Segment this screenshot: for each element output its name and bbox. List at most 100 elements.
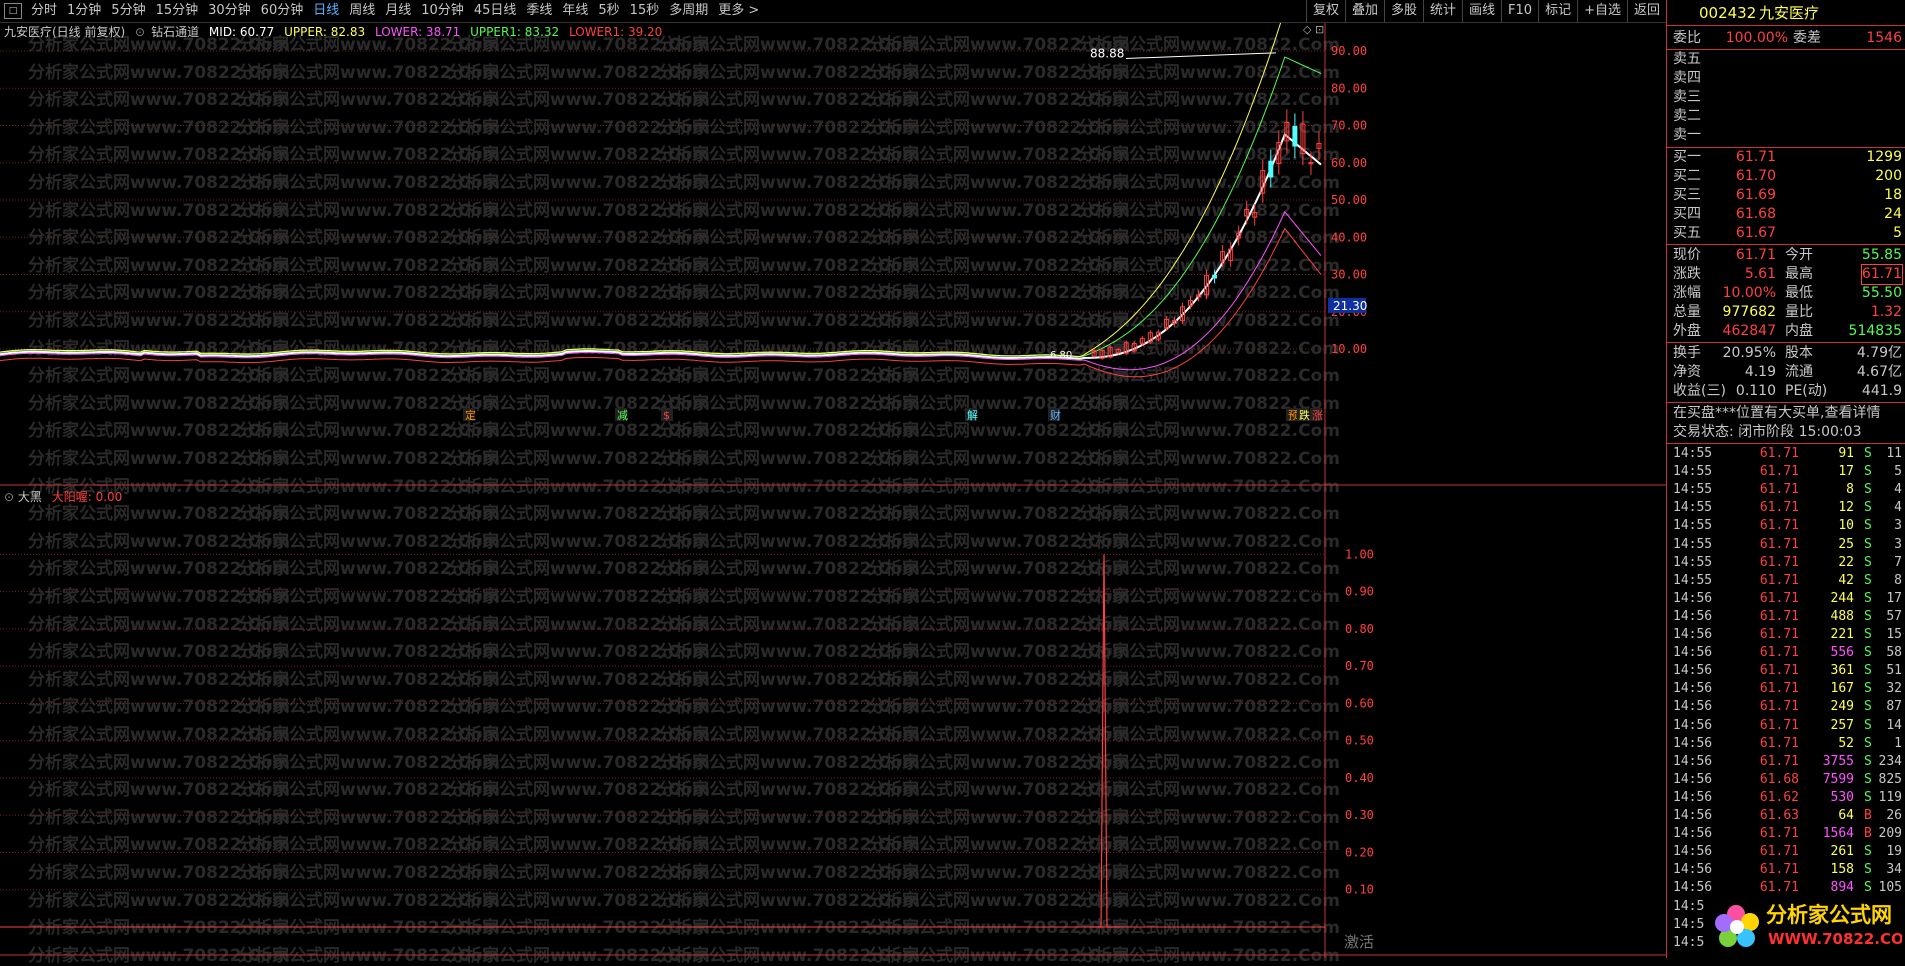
tick-price: 61.71 [1759, 735, 1799, 751]
fund-key: 流通 [1785, 364, 1813, 380]
period-tab[interactable]: 日线 [308, 0, 344, 22]
period-tab[interactable]: 1分钟 [62, 0, 106, 22]
tick-time: 14:56 [1673, 645, 1713, 661]
sub-indicator-chart[interactable]: 1.00 0.90 0.80 0.70 0.60 0.50 0.40 0.30 0.20 0.10… [0, 487, 1666, 958]
quote-row: 现价 61.71 今开 55.85 [1667, 246, 1905, 265]
period-tab[interactable]: 周线 [344, 0, 380, 22]
indicator-name[interactable]: 钻石通道 [151, 25, 199, 39]
site-logo: 分析家公式网 WWW.70822.COM [1715, 903, 1902, 948]
tick-price: 61.71 [1759, 627, 1799, 642]
y-tick-label: 0.40 [1345, 771, 1374, 785]
kline-chart[interactable]: 90.0080.0070.0060.0050.0040.0030.0020.00… [0, 23, 1666, 486]
tick-volume: 244 [1830, 590, 1854, 606]
period-tab[interactable]: 5分钟 [106, 0, 150, 22]
period-tab[interactable]: 多周期 [664, 0, 713, 22]
quote-key: 最高 [1785, 266, 1813, 282]
period-tab[interactable]: 15秒 [625, 0, 665, 22]
tick-price: 61.63 [1759, 808, 1799, 823]
tick-time: 14:56 [1673, 735, 1713, 751]
sub-toggle-icon[interactable]: ⊙ [4, 490, 14, 504]
tick-time: 14:56 [1673, 627, 1713, 642]
period-tab[interactable]: 45日线 [469, 0, 522, 22]
buy-level-row[interactable]: 买三 61.69 18 [1667, 186, 1905, 205]
chart-action-button[interactable]: 标记 [1538, 0, 1577, 22]
indicator-toggle-icon[interactable]: ⊙ [135, 25, 145, 39]
sell-level-label: 卖一 [1673, 127, 1701, 143]
sub-title[interactable]: 大黑 [18, 490, 42, 504]
tick-price: 61.71 [1759, 554, 1799, 570]
quote-row: 涨跌 5.61 最高 61.71 [1667, 264, 1905, 285]
tick-row: 14:56 61.63 64 B 26 [1667, 807, 1905, 825]
period-tab[interactable]: 更多 > [713, 0, 764, 22]
main-indicator-line: 九安医疗(日线 前复权) ⊙ 钻石通道 MID: 60.77 UPPER: 82.… [4, 23, 668, 41]
tick-price: 61.62 [1759, 789, 1799, 805]
period-tab[interactable]: 5秒 [593, 0, 624, 22]
upper-line [0, 23, 1282, 358]
tick-row: 14:56 61.71 52 S 1 [1667, 735, 1905, 753]
tick-direction: S [1864, 464, 1872, 480]
big-order-notice[interactable]: 在买盘***位置有大买单,查看详情 [1667, 404, 1905, 423]
y-tick-label: 10.00 [1331, 342, 1367, 356]
tick-count: 4 [1894, 500, 1902, 516]
chart-action-button[interactable]: 多股 [1383, 0, 1423, 22]
period-tab[interactable]: 15分钟 [151, 0, 204, 22]
tick-time: 14:56 [1673, 862, 1713, 878]
tick-price: 61.71 [1759, 699, 1799, 715]
buy-level-row[interactable]: 买四 61.68 24 [1667, 205, 1905, 224]
chart-action-button[interactable]: F10 [1501, 0, 1538, 22]
high-marker: 88.88 [1090, 46, 1124, 60]
period-tab[interactable]: 30分钟 [203, 0, 256, 22]
buy-level-row[interactable]: 买五 61.67 5 [1667, 224, 1905, 243]
tick-row: 14:56 61.71 249 S 87 [1667, 698, 1905, 716]
tick-row: 14:56 61.71 488 S 57 [1667, 608, 1905, 626]
tick-count: 15 [1886, 627, 1902, 642]
tick-direction: S [1864, 536, 1872, 552]
y-tick-label: 70.00 [1331, 119, 1367, 133]
chart-action-button[interactable]: 返回 [1626, 0, 1666, 22]
quote-key: 总量 [1673, 304, 1701, 320]
chart-action-button[interactable]: 复权 [1305, 0, 1345, 22]
tick-volume: 64 [1838, 808, 1854, 823]
period-tab[interactable]: 月线 [380, 0, 416, 22]
chart-action-button[interactable]: 叠加 [1344, 0, 1384, 22]
tick-row: 14:56 61.71 1564 B 209 [1667, 825, 1905, 843]
chart-action-button[interactable]: 统计 [1423, 0, 1462, 22]
chart-action-button[interactable]: 画线 [1462, 0, 1501, 22]
candle-body [1292, 125, 1298, 147]
tick-volume: 17 [1838, 464, 1854, 480]
tick-row: 14:56 61.71 261 S 19 [1667, 843, 1905, 861]
period-tab[interactable]: 10分钟 [416, 0, 469, 22]
period-tab[interactable]: 60分钟 [256, 0, 309, 22]
buy-level-label: 买三 [1673, 187, 1701, 203]
tick-time: 14:56 [1673, 771, 1713, 787]
period-tab[interactable]: 分时 [26, 0, 62, 22]
period-toolbar: □ 分时 1分钟 5分钟 15分钟 30分钟 60分钟 日线 周线 月线 10分钟 45日线 季线 年线… [0, 0, 1666, 23]
tick-price: 61.71 [1759, 608, 1799, 624]
chart-action-button[interactable]: +自选 [1577, 0, 1627, 22]
event-mark: $ [663, 409, 670, 422]
tick-count: 119 [1878, 789, 1902, 805]
fund-value: 4.67亿 [1856, 364, 1902, 380]
tick-volume: 7599 [1822, 771, 1854, 787]
y-tick-label: 40.00 [1331, 230, 1367, 244]
tick-row: 14:55 61.71 22 S 7 [1667, 554, 1905, 572]
tick-volume: 8 [1846, 482, 1854, 498]
buy-level-row[interactable]: 买一 61.71 1299 [1667, 148, 1905, 167]
tick-time: 14:5 [1673, 916, 1705, 932]
buy-level-label: 买二 [1673, 168, 1701, 184]
buy-level-price: 61.69 [1735, 187, 1776, 203]
event-mark: 解 [967, 408, 978, 422]
period-tab[interactable]: 季线 [521, 0, 557, 22]
y-tick-label: 50.00 [1331, 193, 1367, 207]
y-tick-label: 0.30 [1345, 808, 1374, 822]
tick-row: 14:56 61.71 361 S 51 [1667, 662, 1905, 680]
menu-icon[interactable]: □ [4, 3, 22, 19]
fund-value: 20.95% [1722, 345, 1776, 361]
period-tab[interactable]: 年线 [557, 0, 593, 22]
separator [1667, 25, 1905, 26]
flower-icon [1715, 905, 1759, 947]
tick-count: 17 [1886, 590, 1902, 606]
tick-price: 61.71 [1759, 862, 1799, 878]
quote-key: 最低 [1785, 285, 1813, 301]
buy-level-row[interactable]: 买二 61.70 200 [1667, 167, 1905, 186]
